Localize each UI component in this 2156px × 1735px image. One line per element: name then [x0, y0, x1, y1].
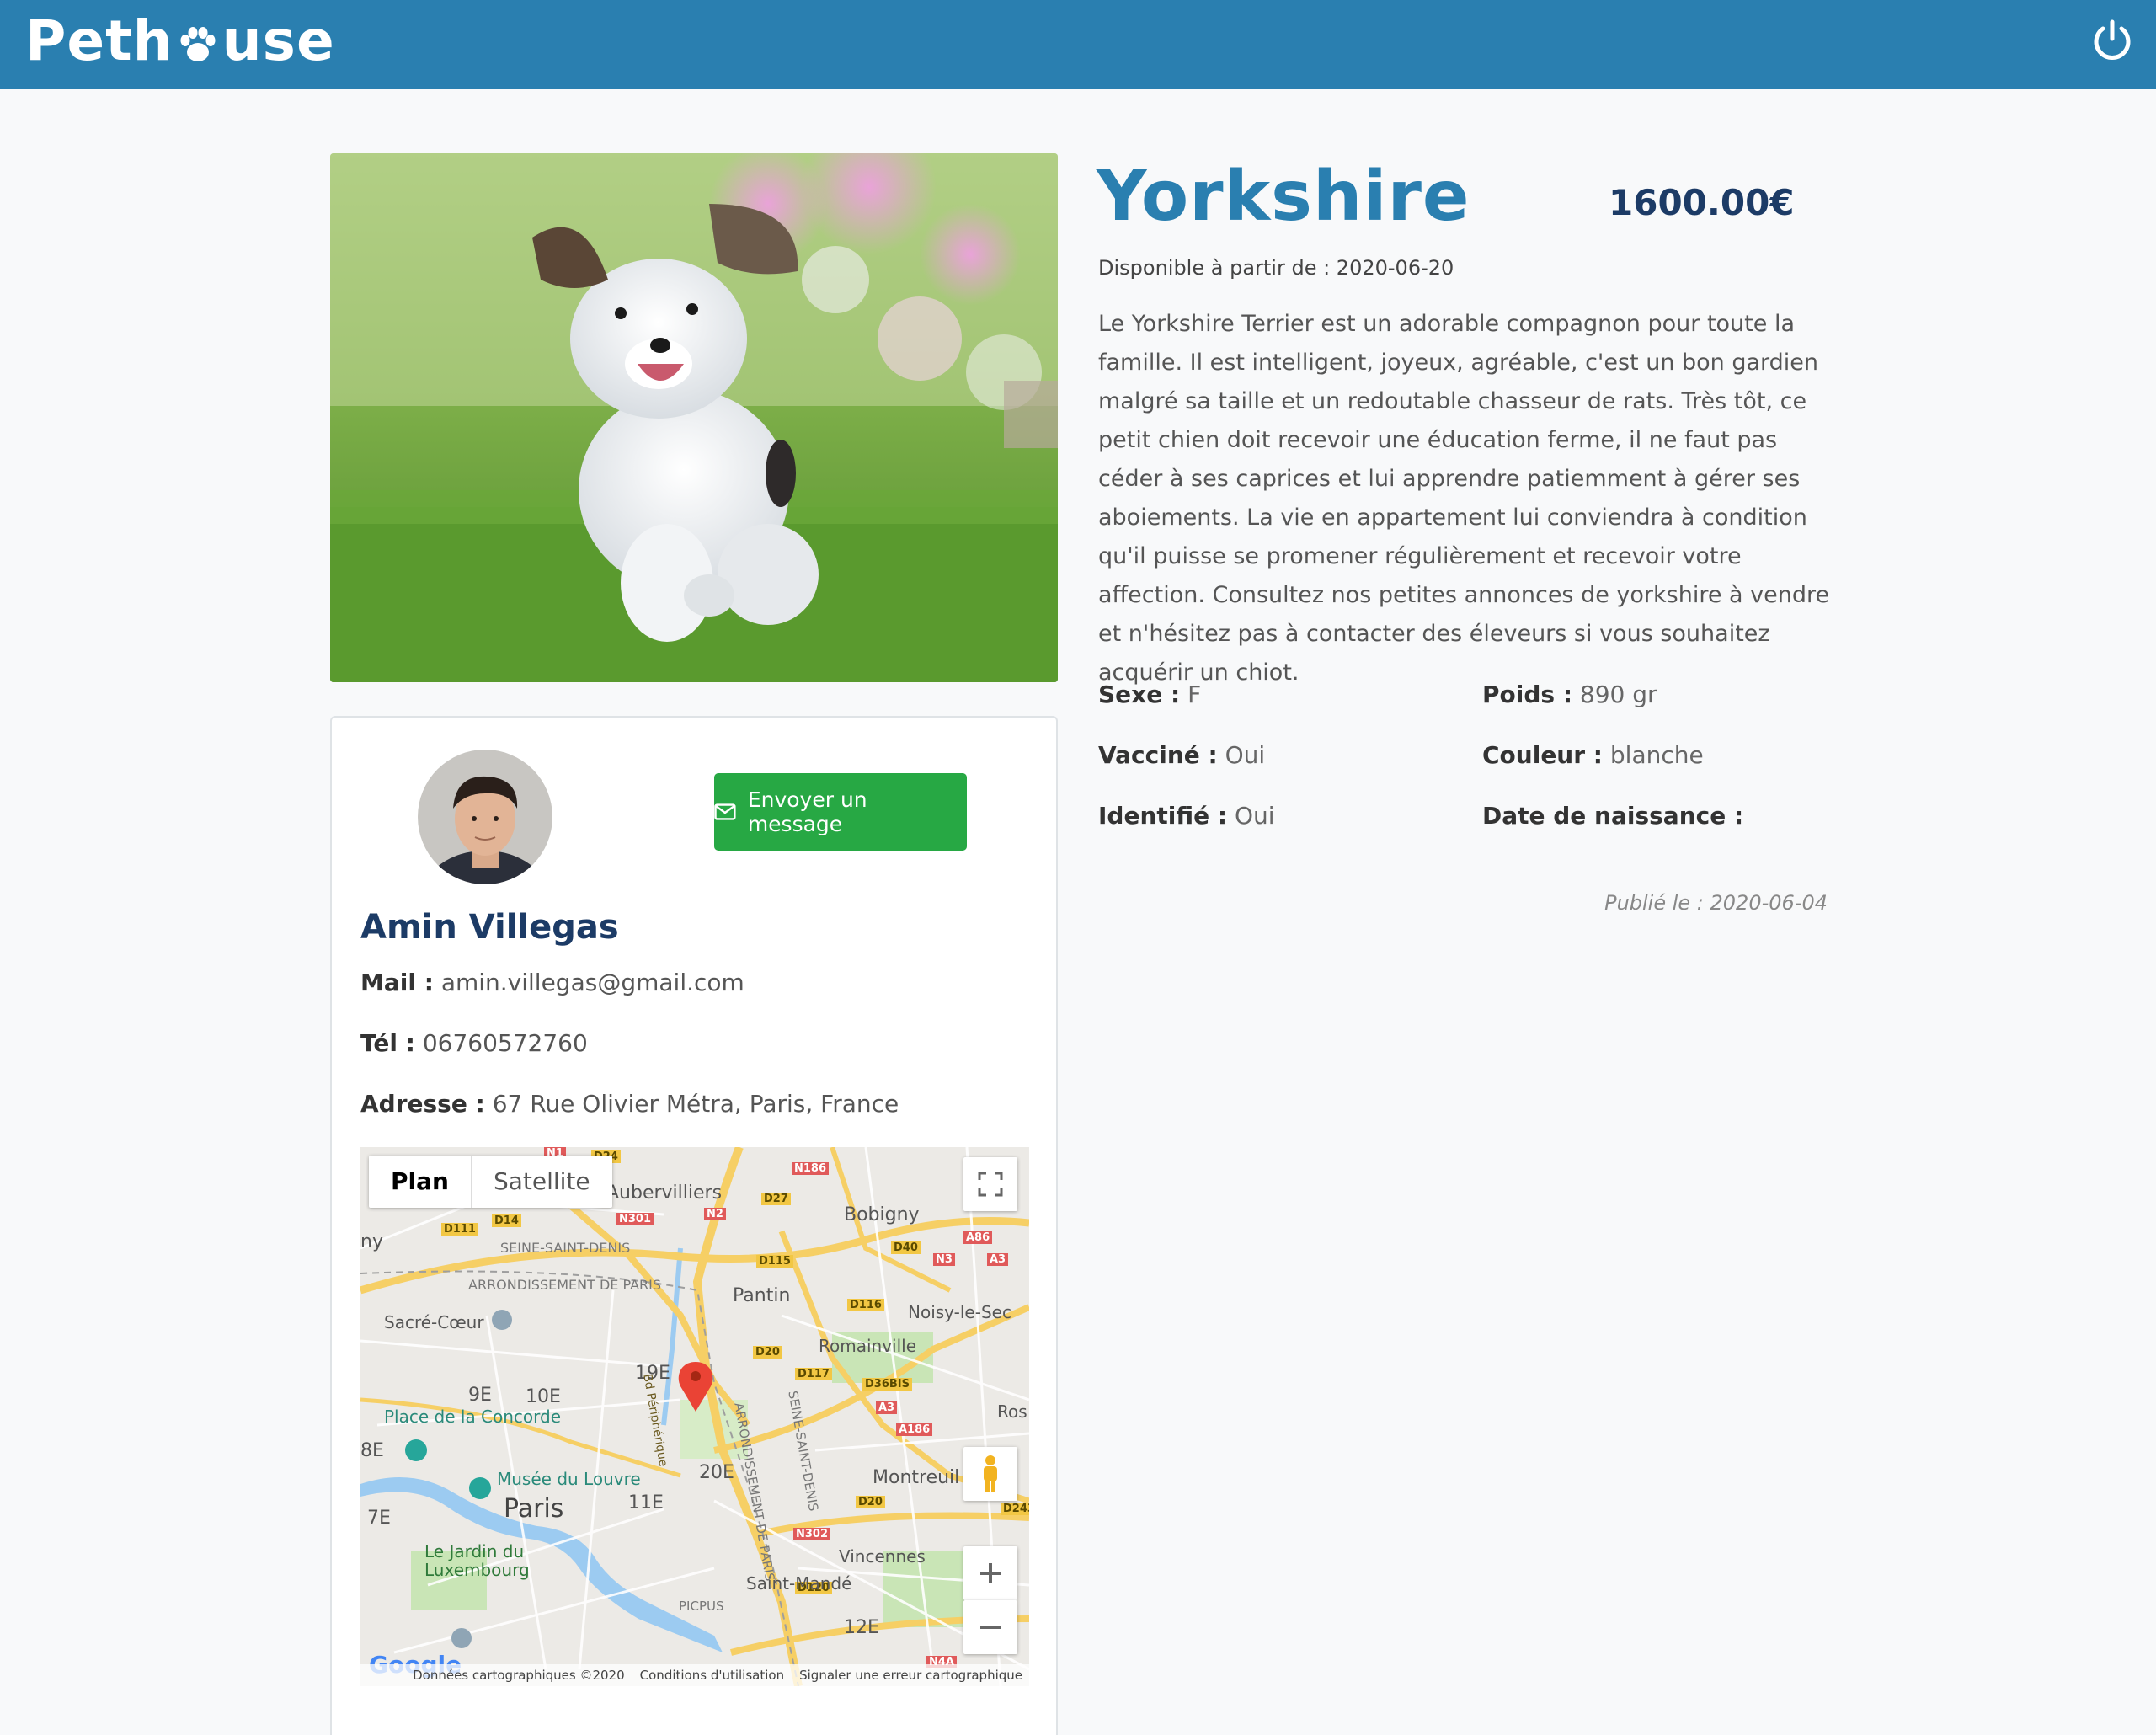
map-label: Musée du Louvre [497, 1469, 641, 1489]
seller-card: Envoyer un message Amin Villegas Mail : … [330, 716, 1058, 1735]
map-label: Noisy-le-Sec [908, 1302, 1011, 1322]
paw-icon [180, 27, 216, 61]
map-label: 7E [367, 1508, 391, 1529]
map-label: Bd Périphérique [640, 1373, 670, 1468]
availability-date: Disponible à partir de : 2020-06-20 [1098, 256, 1454, 280]
attr-value: Oui [1234, 802, 1275, 830]
seller-mail: Mail : amin.villegas@gmail.com [360, 969, 744, 996]
map-labels: Aubervilliers Bobigny ny SEINE-SAINT-DEN… [360, 1147, 1029, 1686]
map-label: PICPUS [679, 1599, 724, 1614]
street-view-button[interactable] [963, 1447, 1017, 1501]
listing-description: Le Yorkshire Terrier est un adorable com… [1098, 311, 1830, 686]
tel-value: 06760572760 [422, 1029, 588, 1057]
map-tab-plan[interactable]: Plan [369, 1156, 472, 1208]
google-map[interactable]: N1 D24 N186 D27 D111 D14 N301 N2 D40 A86… [360, 1147, 1029, 1686]
map-label: Le Jardin du [424, 1541, 525, 1562]
address-value: 67 Rue Olivier Métra, Paris, France [492, 1090, 899, 1118]
map-label: SEINE-SAINT-DENIS [500, 1240, 631, 1256]
attr-label: Couleur : [1482, 741, 1603, 769]
attr-sexe: Sexe : F [1098, 681, 1201, 708]
map-label: Bobigny [844, 1204, 920, 1225]
attr-label: Poids : [1482, 681, 1573, 708]
attr-value: F [1187, 681, 1202, 708]
map-label: 9E [468, 1385, 492, 1406]
map-label: Pantin [733, 1285, 791, 1306]
listing-price: 1600.00€ [1609, 182, 1795, 223]
seller-phone: Tél : 06760572760 [360, 1029, 588, 1057]
mail-label: Mail : [360, 969, 434, 996]
minus-icon [980, 1626, 1001, 1629]
zoom-in-button[interactable] [963, 1546, 1017, 1600]
attr-couleur: Couleur : blanche [1482, 741, 1704, 769]
map-label: 12E [844, 1617, 879, 1638]
map-tab-satellite[interactable]: Satellite [472, 1156, 612, 1208]
map-label: SEINE-SAINT-DENIS [785, 1390, 822, 1513]
map-label: Montreuil [873, 1467, 960, 1488]
mail-value[interactable]: amin.villegas@gmail.com [441, 969, 744, 996]
pet-photo [330, 153, 1058, 682]
send-message-label: Envoyer un message [747, 787, 867, 836]
seller-name: Amin Villegas [360, 908, 619, 947]
map-label: 8E [360, 1440, 384, 1461]
send-message-button[interactable]: Envoyer un message [714, 773, 967, 851]
pethouse-logo[interactable]: Peth use [25, 3, 335, 79]
attr-vaccine: Vacciné : Oui [1098, 741, 1265, 769]
tel-label: Tél : [360, 1029, 415, 1057]
pegman-icon [984, 1455, 997, 1492]
map-label: Paris [504, 1494, 564, 1524]
seller-address: Adresse : 67 Rue Olivier Métra, Paris, F… [360, 1090, 899, 1118]
map-label: Romainville [819, 1336, 917, 1356]
plus-icon [980, 1563, 1001, 1583]
envelope-icon [714, 803, 736, 820]
attr-label: Identifié : [1098, 802, 1228, 830]
map-label: 20E [699, 1462, 734, 1483]
power-icon[interactable] [2090, 19, 2134, 62]
map-footer: Données cartographiques ©2020 Conditions… [360, 1664, 1029, 1686]
listing-title: Yorkshire [1097, 157, 1470, 237]
attr-value: 890 gr [1579, 681, 1657, 708]
map-terms-link[interactable]: Conditions d'utilisation [640, 1668, 784, 1683]
fullscreen-button[interactable] [963, 1157, 1017, 1211]
attr-poids: Poids : 890 gr [1482, 681, 1657, 708]
map-label: Place de la Concorde [384, 1407, 562, 1427]
map-label: ny [360, 1231, 383, 1252]
attr-label: Vacciné : [1098, 741, 1218, 769]
map-label: Ros [997, 1401, 1027, 1422]
map-label: ARRONDISSEMENT DE PARIS [731, 1401, 778, 1583]
map-type-tabs: Plan Satellite [369, 1156, 612, 1208]
seller-avatar [418, 750, 552, 884]
attr-value: blanche [1609, 741, 1704, 769]
attr-label: Date de naissance : [1482, 802, 1744, 830]
attr-value: Oui [1225, 741, 1266, 769]
logo-text-left: Peth [25, 8, 173, 73]
map-label: Sacré-Cœur [384, 1312, 484, 1332]
map-label: Vincennes [839, 1546, 926, 1567]
map-label: 11E [628, 1492, 664, 1513]
map-report-link[interactable]: Signaler une erreur cartographique [799, 1668, 1022, 1683]
attr-date-naissance: Date de naissance : [1482, 802, 1743, 830]
published-date: Publié le : 2020-06-04 [1604, 891, 1828, 915]
address-label: Adresse : [360, 1090, 485, 1118]
map-label: Luxembourg [424, 1560, 530, 1580]
zoom-out-button[interactable] [963, 1600, 1017, 1654]
attr-label: Sexe : [1098, 681, 1181, 708]
map-label: Aubervilliers [606, 1182, 723, 1204]
map-label: ARRONDISSEMENT DE PARIS [468, 1277, 662, 1293]
top-navbar: Peth use [0, 0, 2156, 89]
map-label: 10E [526, 1386, 561, 1407]
map-data-credit: Données cartographiques ©2020 [413, 1668, 625, 1683]
fullscreen-icon [978, 1172, 1003, 1197]
attr-identifie: Identifié : Oui [1098, 802, 1275, 830]
logo-text-right: use [221, 8, 335, 73]
